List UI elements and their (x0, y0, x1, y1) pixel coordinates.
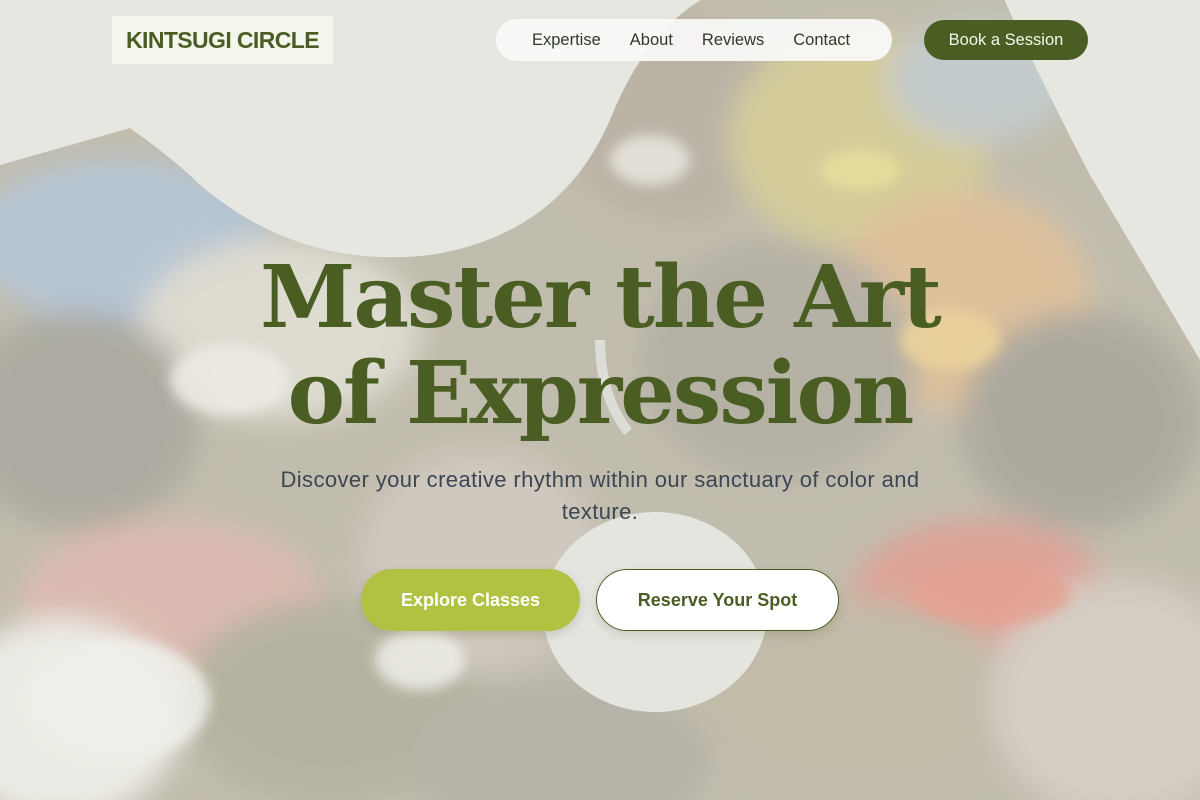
explore-classes-button[interactable]: Explore Classes (361, 569, 580, 631)
nav-item-about[interactable]: About (630, 31, 673, 50)
nav-item-expertise[interactable]: Expertise (532, 31, 601, 50)
hero-headline-line-2: of Expression (287, 343, 915, 444)
hero-headline: Master the Art of Expression (200, 250, 1000, 442)
brand-logo[interactable]: KINTSUGI CIRCLE (112, 16, 333, 64)
reserve-spot-button[interactable]: Reserve Your Spot (596, 569, 839, 631)
hero-subtext: Discover your creative rhythm within our… (280, 467, 920, 524)
book-session-button[interactable]: Book a Session (924, 20, 1088, 60)
main-nav: Expertise About Reviews Contact (496, 19, 892, 61)
nav-item-contact[interactable]: Contact (793, 31, 850, 50)
nav-item-reviews[interactable]: Reviews (702, 31, 764, 50)
hero-section: KINTSUGI CIRCLE Expertise About Reviews … (0, 0, 1200, 800)
hero-headline-line-1: Master the Art (260, 247, 942, 348)
